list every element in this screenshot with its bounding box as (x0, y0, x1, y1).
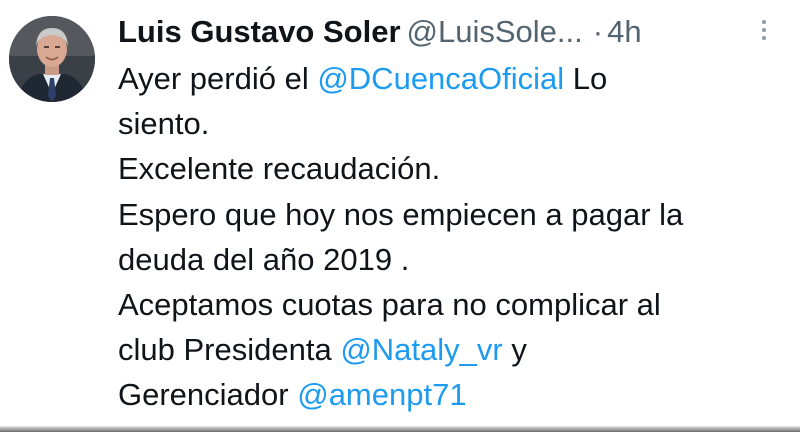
tweet-line-4: Espero que hoy nos empiecen a pagar la (118, 196, 684, 232)
tweet-line-2: siento. (118, 106, 210, 142)
avatar[interactable] (9, 16, 95, 102)
tweet-line-7: club Presidenta @Nataly_vr y (118, 327, 778, 372)
author-name[interactable]: Luis Gustavo Soler (118, 14, 401, 49)
mention-nataly-vr[interactable]: @Nataly_vr (340, 332, 502, 367)
more-vertical-icon[interactable] (756, 20, 772, 50)
tweet-timestamp[interactable]: 4h (607, 14, 641, 49)
tweet-line-1: Ayer perdió el @DCuencaOficial Lo (118, 56, 778, 101)
tweet-card[interactable]: Luis Gustavo Soler @LuisSole... · 4h Ayer p… (0, 0, 800, 432)
mention-amenpt71[interactable]: @amenpt71 (297, 377, 466, 412)
bottom-edge (0, 426, 800, 432)
mention-dcuencaoficial[interactable]: @DCuencaOficial (317, 61, 564, 96)
text-segment: Ayer perdió el (118, 61, 318, 96)
text-segment: Lo (564, 61, 608, 96)
tweet-line-3: Excelente recaudación. (118, 151, 441, 187)
tweet-text: Ayer perdió el @DCuencaOficial Lo siento… (118, 56, 778, 418)
author-handle[interactable]: @LuisSole... (407, 14, 583, 49)
more-dot (762, 20, 766, 24)
avatar-photo (9, 16, 95, 102)
tweet-line-8: Gerenciador @amenpt71 (118, 372, 778, 417)
tweet-line-5: deuda del año 2019 . (118, 241, 410, 277)
tweet-line-6: Aceptamos cuotas para no complicar al (118, 287, 661, 323)
text-segment: y (502, 332, 527, 368)
more-dot (762, 28, 766, 32)
text-segment: club Presidenta (118, 332, 341, 368)
separator-dot: · (592, 14, 604, 49)
text-segment: Gerenciador (118, 377, 298, 413)
tweet-header: Luis Gustavo Soler @LuisSole... · 4h (118, 10, 642, 54)
more-dot (762, 36, 766, 40)
